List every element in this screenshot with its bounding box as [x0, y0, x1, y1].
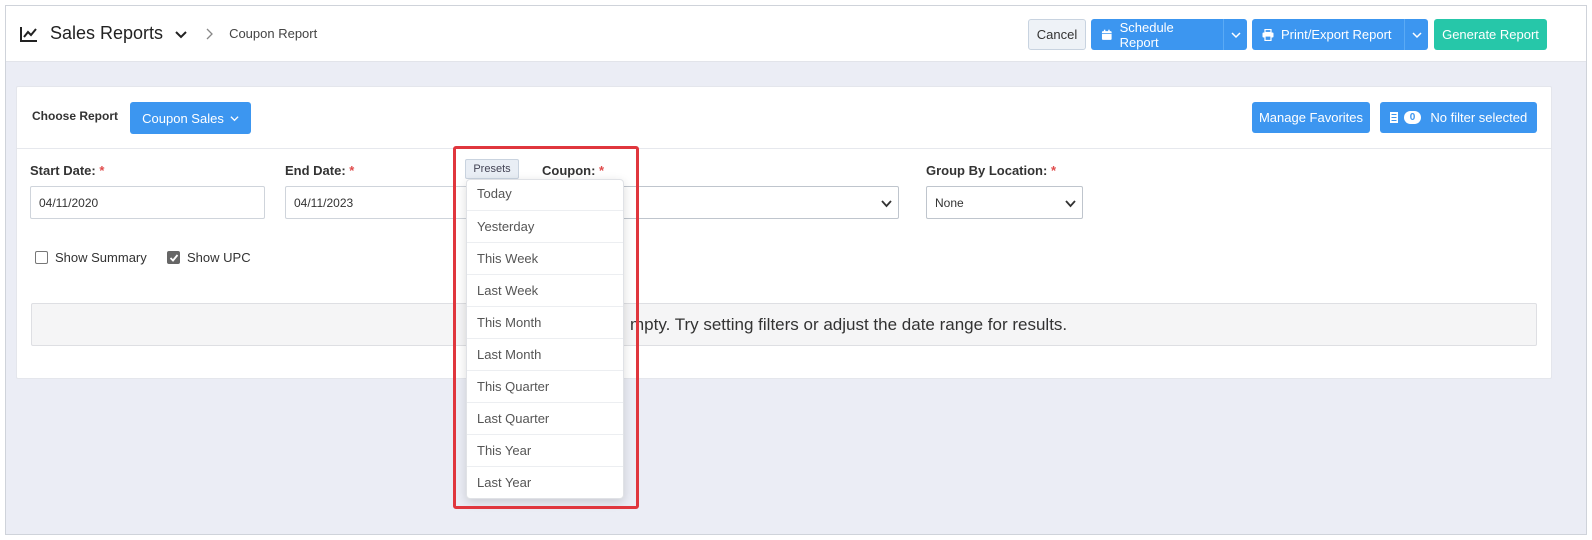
generate-report-button[interactable]: Generate Report [1434, 19, 1547, 50]
show-upc-checkbox[interactable] [167, 251, 180, 264]
preset-item[interactable]: Last Quarter [467, 403, 623, 435]
preset-item[interactable]: Last Year [467, 467, 623, 498]
print-export-caret[interactable] [1404, 19, 1428, 50]
chevron-down-icon[interactable] [175, 29, 187, 41]
start-date-input[interactable] [30, 186, 265, 219]
print-export-label: Print/Export Report [1281, 27, 1392, 42]
page-title: Sales Reports [50, 23, 164, 43]
check-icon [169, 254, 179, 262]
show-summary-option[interactable]: Show Summary [35, 250, 147, 265]
choose-report-label: Choose Report [32, 109, 119, 123]
empty-results-message: mpty. Try setting filters or adjust the … [31, 303, 1537, 346]
report-card: Choose Report Coupon Sales Manage Favori… [16, 86, 1552, 379]
show-upc-option[interactable]: Show UPC [167, 250, 251, 265]
show-upc-label: Show UPC [187, 250, 251, 265]
chevron-right-icon [206, 28, 213, 39]
calendar-icon [1101, 29, 1112, 40]
chevron-down-icon [881, 200, 892, 208]
schedule-report-button[interactable]: Schedule Report [1091, 19, 1223, 50]
empty-results-text: mpty. Try setting filters or adjust the … [630, 314, 1068, 334]
group-by-location-label: Group By Location: * [926, 163, 1057, 178]
chevron-down-icon [1411, 31, 1422, 38]
chevron-down-icon [230, 115, 239, 121]
show-summary-label: Show Summary [55, 250, 147, 265]
print-export-split-button[interactable]: Print/Export Report [1252, 19, 1428, 50]
top-bar: Sales Reports Coupon Report Cancel Sched… [6, 6, 1586, 62]
app-frame: Sales Reports Coupon Report Cancel Sched… [5, 5, 1587, 535]
presets-button[interactable]: Presets [465, 159, 519, 179]
presets-dropdown-menu: Today Yesterday This Week Last Week This… [466, 179, 624, 499]
start-date-label: Start Date: * [30, 163, 105, 178]
coupon-label: Coupon: * [542, 163, 605, 178]
end-date-label: End Date: * [285, 163, 355, 178]
print-export-button[interactable]: Print/Export Report [1252, 19, 1404, 50]
filter-status-button[interactable]: 0 No filter selected [1380, 102, 1537, 133]
line-chart-icon [20, 26, 37, 42]
manage-favorites-button[interactable]: Manage Favorites [1252, 102, 1370, 133]
report-type-dropdown[interactable]: Coupon Sales [130, 102, 251, 134]
cancel-button[interactable]: Cancel [1028, 19, 1086, 50]
filter-status-label: No filter selected [1430, 110, 1528, 125]
end-date-input[interactable] [285, 186, 485, 219]
preset-item[interactable]: Last Month [467, 339, 623, 371]
chevron-down-icon [1065, 200, 1076, 208]
schedule-report-label: Schedule Report [1119, 19, 1174, 50]
show-summary-checkbox[interactable] [35, 251, 48, 264]
group-by-location-select[interactable]: None [926, 186, 1083, 219]
filter-count-badge: 0 [1403, 111, 1422, 124]
report-selector-bar: Choose Report Coupon Sales Manage Favori… [17, 87, 1551, 149]
preset-item[interactable]: This Week [467, 243, 623, 275]
breadcrumb: Coupon Report [229, 26, 318, 41]
preset-item[interactable]: Today [467, 180, 623, 211]
report-type-label: Coupon Sales [142, 110, 224, 126]
page-title-group: Sales Reports Coupon Report [20, 23, 317, 44]
preset-item[interactable]: This Quarter [467, 371, 623, 403]
preset-item[interactable]: This Year [467, 435, 623, 467]
printer-icon [1262, 28, 1274, 41]
chevron-down-icon [1230, 31, 1241, 38]
schedule-report-caret[interactable] [1223, 19, 1247, 50]
schedule-report-split-button[interactable]: Schedule Report [1091, 19, 1247, 50]
preset-item[interactable]: Yesterday [467, 211, 623, 243]
list-icon [1389, 112, 1398, 123]
preset-item[interactable]: This Month [467, 307, 623, 339]
preset-item[interactable]: Last Week [467, 275, 623, 307]
